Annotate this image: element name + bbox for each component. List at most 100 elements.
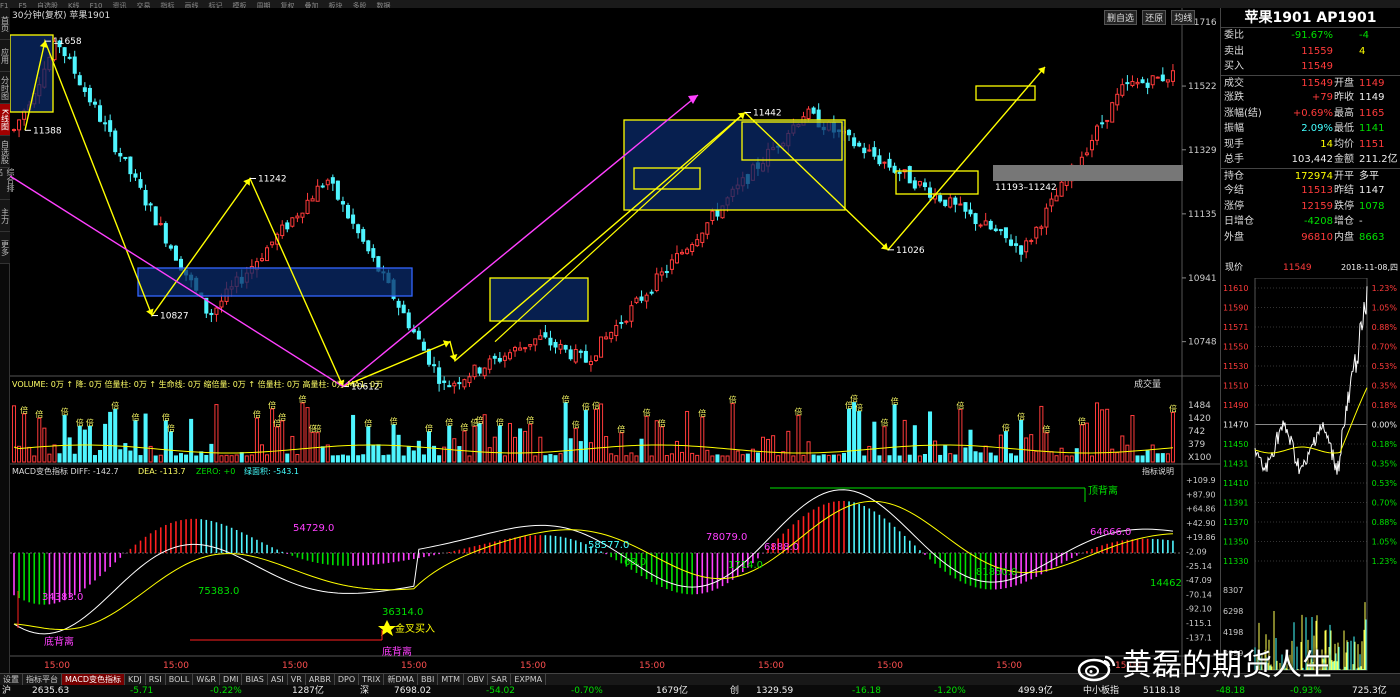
indicator-tab-6[interactable]: W&R (193, 674, 221, 685)
candle (1008, 239, 1014, 246)
candle (528, 344, 533, 347)
volume-bar (690, 452, 695, 463)
intraday-price-label: 11410 (1223, 479, 1248, 488)
candle (629, 305, 634, 322)
quote-v1: -91.67% (1291, 30, 1333, 41)
quote-v1: 11559 (1301, 45, 1333, 57)
left-tab-3[interactable]: K线图 (0, 104, 10, 136)
indicator-tab-2[interactable]: MACD变色指标 (62, 674, 125, 685)
candle (593, 355, 599, 361)
quote-v1: 11549 (1301, 77, 1333, 89)
intraday-chart: 11610 1.23% 11590 1.05% 11571 0.88% 11550 0.70%… (1223, 278, 1398, 671)
candle (421, 341, 426, 351)
volume-bar (523, 430, 528, 463)
indicator-tab-15[interactable]: BBI (418, 674, 439, 685)
quote-v2: 8663 (1359, 231, 1385, 243)
volume-bar (447, 425, 452, 463)
indicator-tab-16[interactable]: MTM (438, 674, 465, 685)
quote-row: 日增仓 -4208 增仓 - (1221, 214, 1400, 230)
intraday-pct-label: 0.53% (1372, 362, 1398, 371)
candle (563, 344, 568, 350)
candle (1095, 125, 1100, 141)
indicator-tab-11[interactable]: ARBR (306, 674, 335, 685)
intraday-pct-label: 0.35% (1372, 382, 1398, 391)
chart-area[interactable]: 30分钟(复权) 苹果1901 11716 11522 11329 11135 10941… (9, 8, 1220, 673)
indicator-tab-4[interactable]: RSI (146, 674, 166, 685)
indicator-tab-13[interactable]: TRIX (359, 674, 385, 685)
left-tab-1[interactable]: 应用 (0, 40, 10, 72)
left-tab-5[interactable]: 综合排名 (0, 168, 15, 200)
indicator-tab-10[interactable]: VR (288, 674, 306, 685)
indicator-tab-7[interactable]: DMI (220, 674, 243, 685)
indicator-tab-14[interactable]: 新DMA (384, 674, 419, 685)
quote-row: 外盘 96810 内盘 8663 (1221, 230, 1400, 246)
volume-bar (158, 454, 163, 463)
left-tab-2[interactable]: 分时图 (0, 72, 10, 104)
quote-l1: 现手 (1224, 138, 1244, 150)
restore-button[interactable]: 还原 (1142, 10, 1167, 25)
intraday-price-label: 11370 (1223, 518, 1248, 527)
indicator-tab-5[interactable]: BOLL (166, 674, 194, 685)
indicator-tab-19[interactable]: EXPMA (511, 674, 547, 685)
quote-row: 今结 11513 昨结 1147 (1221, 183, 1400, 199)
quote-l1: 振幅 (1224, 123, 1244, 134)
candle (674, 253, 679, 264)
candle (345, 204, 351, 219)
volume-bar (659, 426, 664, 463)
intraday-price-label: 11530 (1223, 362, 1248, 371)
index-cy-value: 1329.59 (756, 686, 794, 696)
volume-bar (922, 453, 927, 463)
volume-bar (573, 428, 578, 463)
volume-bar (421, 454, 426, 463)
volume-bar (239, 452, 244, 463)
left-tab-6[interactable]: 主力 (0, 200, 10, 232)
indicator-tab-3[interactable]: KDJ (125, 674, 146, 685)
volume-bar (1039, 405, 1044, 463)
indicator-tab-8[interactable]: BIAS (242, 674, 268, 685)
quote-l1: 日增仓 (1224, 216, 1254, 227)
candle (366, 240, 371, 252)
macd-value-label: 14462 (1150, 578, 1182, 589)
indicator-tab-0[interactable]: 设置 (0, 674, 23, 685)
remove-watchlist-button[interactable]: 删自选 (1104, 10, 1138, 25)
candle (983, 220, 988, 226)
index-cy-pct: -1.20% (934, 686, 966, 696)
candle (1130, 80, 1135, 86)
indicator-tab-9[interactable]: ASI (268, 674, 288, 685)
volume-bar (497, 425, 502, 463)
volume-bar (882, 426, 887, 463)
volume-bar (178, 453, 184, 463)
indicator-tab-12[interactable]: DPO (335, 674, 360, 685)
volume-bar (1160, 453, 1165, 463)
left-tab-0[interactable]: 首页 (0, 8, 10, 40)
volume-bar (943, 445, 948, 463)
left-tab-4[interactable]: 自选股 (0, 136, 10, 168)
volume-bar (538, 436, 543, 463)
volume-bar (766, 438, 771, 463)
index-sz-pct: -0.70% (571, 686, 603, 696)
volume-bar (47, 453, 52, 463)
intraday-price-label: 11550 (1223, 343, 1248, 352)
weibo-logo-icon (1077, 655, 1116, 681)
volume-marker: 倍 (582, 401, 590, 411)
indicator-tab-1[interactable]: 指标平台 (23, 674, 62, 685)
quote-v2: 1149 (1359, 92, 1385, 103)
candle (11, 129, 17, 132)
volume-bar (518, 428, 523, 463)
left-tab-7[interactable]: 更多 (0, 232, 10, 264)
candle (295, 215, 300, 219)
indicator-tab-17[interactable]: OBV (464, 674, 489, 685)
quote-v1: 103,442 (1291, 154, 1333, 165)
index-zxb-change: -48.18 (1216, 686, 1246, 696)
ma-button[interactable]: 均线 (1171, 10, 1196, 25)
quote-l2: 开盘 (1334, 77, 1354, 89)
candle (163, 223, 168, 244)
volume-bar (325, 444, 330, 463)
quote-v2: 1149 (1359, 77, 1385, 89)
candle (92, 101, 97, 105)
volume-bar (1054, 455, 1059, 463)
indicator-tab-18[interactable]: SAR (488, 674, 512, 685)
volume-bar (993, 455, 998, 463)
quote-v2: 1147 (1359, 185, 1385, 196)
candle (948, 197, 953, 208)
